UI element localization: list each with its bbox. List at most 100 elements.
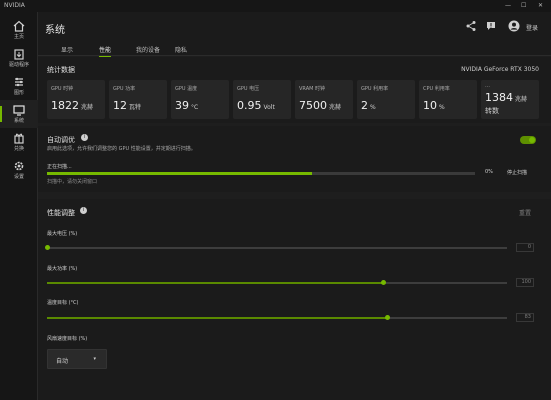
driver-icon xyxy=(14,49,24,60)
stat-value-wrap: 1384 兆赫 xyxy=(485,91,527,104)
close-button[interactable]: ✕ xyxy=(538,2,543,9)
voltage-value-field[interactable]: 0 xyxy=(516,243,534,252)
autotune-panel: 自动调优 i 启用此选项，允许我们调整您的 GPU 性能设置，并定期进行扫描。 … xyxy=(38,126,551,192)
info-icon[interactable]: i xyxy=(81,134,88,141)
tab-bar: 显示 性能 我的设备 隐私 xyxy=(38,42,551,58)
stat-unit: 瓦特 xyxy=(129,104,142,111)
app-name: NVIDIA xyxy=(4,2,25,9)
sidebar-item-label: 兑换 xyxy=(13,146,24,152)
stats-title: 统计数据 xyxy=(47,66,75,74)
stop-scan-button[interactable]: 停止扫描 xyxy=(507,169,527,176)
scan-percent: 0% xyxy=(485,169,493,175)
autotune-toggle[interactable] xyxy=(520,136,536,144)
stat-label: CPU 利用率 xyxy=(423,86,450,92)
tab-performance[interactable]: 性能 xyxy=(99,45,112,58)
scan-sub-label: 扫描中，请勿关闭窗口 xyxy=(47,179,98,185)
power-slider[interactable] xyxy=(47,280,507,285)
stat-value: 7500 xyxy=(299,99,327,112)
stat-label: GPU 电压 xyxy=(237,86,260,92)
stat-value: 2 xyxy=(361,99,368,112)
temperature-value-field[interactable]: 83 xyxy=(516,313,534,322)
fan-speed-label: 风扇速度目标 (%) xyxy=(47,336,88,342)
sidebar-item-label: 驱动程序 xyxy=(8,62,29,68)
stat-unit: % xyxy=(439,104,445,111)
stat-value-wrap: 2% xyxy=(361,99,376,112)
scan-progress-bar xyxy=(47,172,475,175)
login-link[interactable]: 登录 xyxy=(526,23,538,32)
stat-unit: °C xyxy=(191,104,199,111)
share-icon[interactable] xyxy=(465,20,477,32)
stat-value-wrap: 7500 兆赫 xyxy=(299,99,341,112)
select-value: 自动 xyxy=(56,358,69,365)
sidebar: 主页 驱动程序 图形 系统 兑换 设置 xyxy=(0,12,38,400)
stat-value-wrap: 10% xyxy=(423,99,445,112)
sidebar-item-redeem[interactable]: 兑换 xyxy=(0,128,38,156)
minimize-button[interactable]: — xyxy=(505,2,511,9)
stats-panel: 统计数据 NVIDIA GeForce RTX 3050 GPU 时钟 1822… xyxy=(38,57,551,123)
stat-value: 39 xyxy=(175,99,189,112)
sidebar-item-home[interactable]: 主页 xyxy=(0,16,38,44)
stat-value: 12 xyxy=(113,99,127,112)
stat-card-gpu-utilization: GPU 利用率 2% xyxy=(357,80,415,119)
tab-privacy[interactable]: 隐私 xyxy=(175,45,187,54)
sidebar-item-settings[interactable]: 设置 xyxy=(0,156,38,184)
tab-my-devices[interactable]: 我的设备 xyxy=(136,45,160,54)
stat-card-gpu-temp: GPU 温度 39 °C xyxy=(171,80,229,119)
info-icon[interactable]: i xyxy=(80,207,87,214)
stat-card-vram-clock: VRAM 时钟 7500 兆赫 xyxy=(295,80,353,119)
sidebar-item-system[interactable]: 系统 xyxy=(0,100,38,128)
stat-card-gpu-power: GPU 功率 12 瓦特 xyxy=(109,80,167,119)
performance-title: 性能调整 xyxy=(47,209,75,217)
stat-value: 0.95 xyxy=(237,99,262,112)
stat-value-secondary: 转数 xyxy=(485,107,499,115)
scan-status-label: 正在扫描... xyxy=(47,164,72,170)
stat-unit: 兆赫 xyxy=(515,96,528,103)
performance-panel: 性能调整 i 重置 最大电压 (%) 0 最大功率 (%) 100 温度目标 (… xyxy=(38,199,551,400)
avatar-icon[interactable] xyxy=(508,20,520,32)
stat-card-cpu-utilization: CPU 利用率 10% xyxy=(419,80,477,119)
stat-value-wrap: 39 °C xyxy=(175,99,198,112)
stat-label: GPU 功率 xyxy=(113,86,136,92)
gpu-name: NVIDIA GeForce RTX 3050 xyxy=(461,66,539,73)
gear-icon xyxy=(14,161,24,171)
stat-value-wrap: 0.95 Volt xyxy=(237,99,275,112)
reset-button[interactable]: 重置 xyxy=(519,208,531,217)
stat-label: VRAM 时钟 xyxy=(299,86,326,92)
stat-unit: % xyxy=(370,104,376,111)
power-value-field[interactable]: 100 xyxy=(516,278,534,287)
maximize-button[interactable]: ☐ xyxy=(521,2,526,9)
stat-label: GPU 温度 xyxy=(175,86,198,92)
slider-fill xyxy=(47,317,388,319)
gift-icon xyxy=(14,133,24,144)
stat-value-wrap: 1822 兆赫 xyxy=(51,99,93,112)
sidebar-item-graphics[interactable]: 图形 xyxy=(0,72,38,100)
stat-unit: Volt xyxy=(263,104,275,111)
sidebar-item-label: 系统 xyxy=(13,118,24,124)
stat-value: 1384 xyxy=(485,91,513,104)
stat-value: 1822 xyxy=(51,99,79,112)
stat-unit: 兆赫 xyxy=(329,104,342,111)
sidebar-item-label: 设置 xyxy=(13,174,24,180)
sidebar-item-drivers[interactable]: 驱动程序 xyxy=(0,44,38,72)
fan-speed-select[interactable]: 自动 ▾ xyxy=(47,349,107,369)
sidebar-item-label: 主页 xyxy=(13,34,24,40)
stat-card-memory-clock: … 1384 兆赫 转数 xyxy=(481,80,539,119)
stat-card-gpu-clock: GPU 时钟 1822 兆赫 xyxy=(47,80,105,119)
voltage-slider[interactable] xyxy=(45,245,507,250)
autotune-description: 启用此选项，允许我们调整您的 GPU 性能设置，并定期进行扫描。 xyxy=(47,146,196,152)
tab-display[interactable]: 显示 xyxy=(61,45,73,54)
home-icon xyxy=(13,20,25,32)
slider-label-temperature: 温度目标 (°C) xyxy=(47,300,79,306)
page-header: 系统 登录 xyxy=(38,12,551,42)
stat-label: GPU 时钟 xyxy=(51,86,74,92)
slider-thumb[interactable] xyxy=(45,245,50,250)
stat-label: … xyxy=(485,83,490,89)
slider-thumb[interactable] xyxy=(385,315,391,320)
feedback-icon[interactable] xyxy=(485,20,497,32)
autotune-title: 自动调优 xyxy=(47,136,75,144)
slider-thumb[interactable] xyxy=(380,280,386,285)
temperature-slider[interactable] xyxy=(47,315,507,320)
title-bar: NVIDIA — ☐ ✕ xyxy=(0,0,551,12)
graphics-icon xyxy=(15,77,23,87)
slider-label-power: 最大功率 (%) xyxy=(47,266,78,272)
